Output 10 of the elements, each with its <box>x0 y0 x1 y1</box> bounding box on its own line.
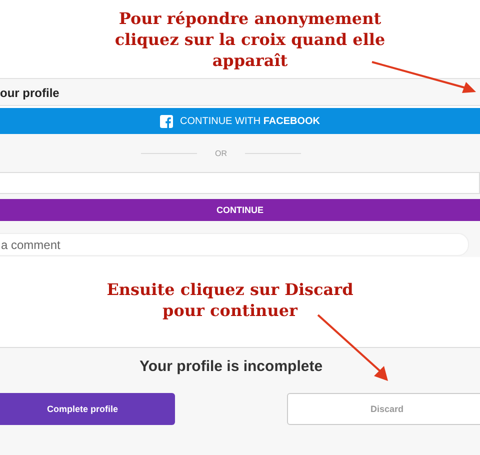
annotation-text: Pour répondre anonymement cliquez sur la croix quand elle apparaît <box>114 8 386 72</box>
continue-button[interactable]: CONTINUE <box>0 199 480 221</box>
or-label: OR <box>215 148 227 158</box>
complete-profile-button[interactable]: Complete profile <box>0 393 175 425</box>
input-field[interactable] <box>0 172 480 194</box>
incomplete-title: Your profile is incomplete <box>138 358 324 375</box>
annotation-text: Ensuite cliquez sur Discard pour continuer <box>106 279 354 321</box>
panel-title: our profile <box>0 86 60 100</box>
facebook-icon <box>160 114 173 128</box>
comment-field[interactable]: a comment <box>0 233 469 256</box>
